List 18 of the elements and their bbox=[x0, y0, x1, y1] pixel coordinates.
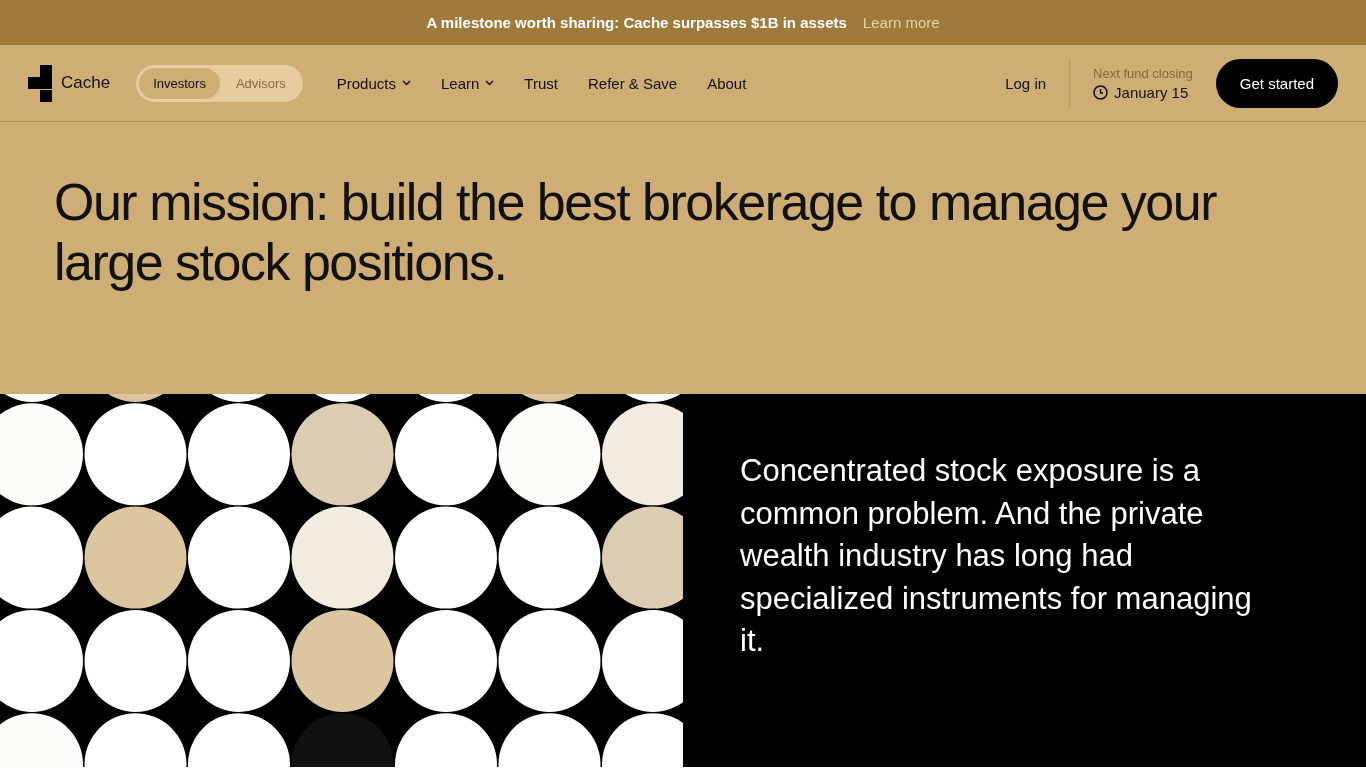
nav-link[interactable]: Refer & Save bbox=[587, 74, 678, 92]
logo-icon bbox=[28, 64, 53, 102]
nav-link[interactable]: Learn bbox=[440, 74, 495, 92]
audience-tab[interactable]: Investors bbox=[138, 66, 221, 100]
feature-paragraph: Concentrated stock exposure is a common problem. And the private wealth industry has long had specialized instruments for managing it. bbox=[740, 452, 1253, 660]
chevron-down-icon bbox=[401, 80, 411, 86]
fund-closing-label: Next fund closing bbox=[1093, 65, 1193, 81]
nav-link[interactable]: About bbox=[707, 74, 747, 92]
clock-icon bbox=[1093, 84, 1109, 100]
nav-link[interactable]: Products bbox=[336, 74, 411, 92]
nav-link[interactable]: Trust bbox=[524, 74, 558, 92]
get-started-button[interactable]: Get started bbox=[1215, 58, 1338, 108]
logo-text[interactable]: Cache bbox=[61, 73, 111, 93]
login-link[interactable]: Log in bbox=[1005, 58, 1071, 108]
fund-closing-date: January 15 bbox=[1114, 83, 1189, 101]
chevron-down-icon bbox=[485, 80, 495, 86]
announcement-text: A milestone worth sharing: Cache surpasses $1B in assets bbox=[426, 14, 847, 31]
hero-headline: Our mission: build the best brokerage to manage your large stock positions. bbox=[54, 172, 1218, 292]
